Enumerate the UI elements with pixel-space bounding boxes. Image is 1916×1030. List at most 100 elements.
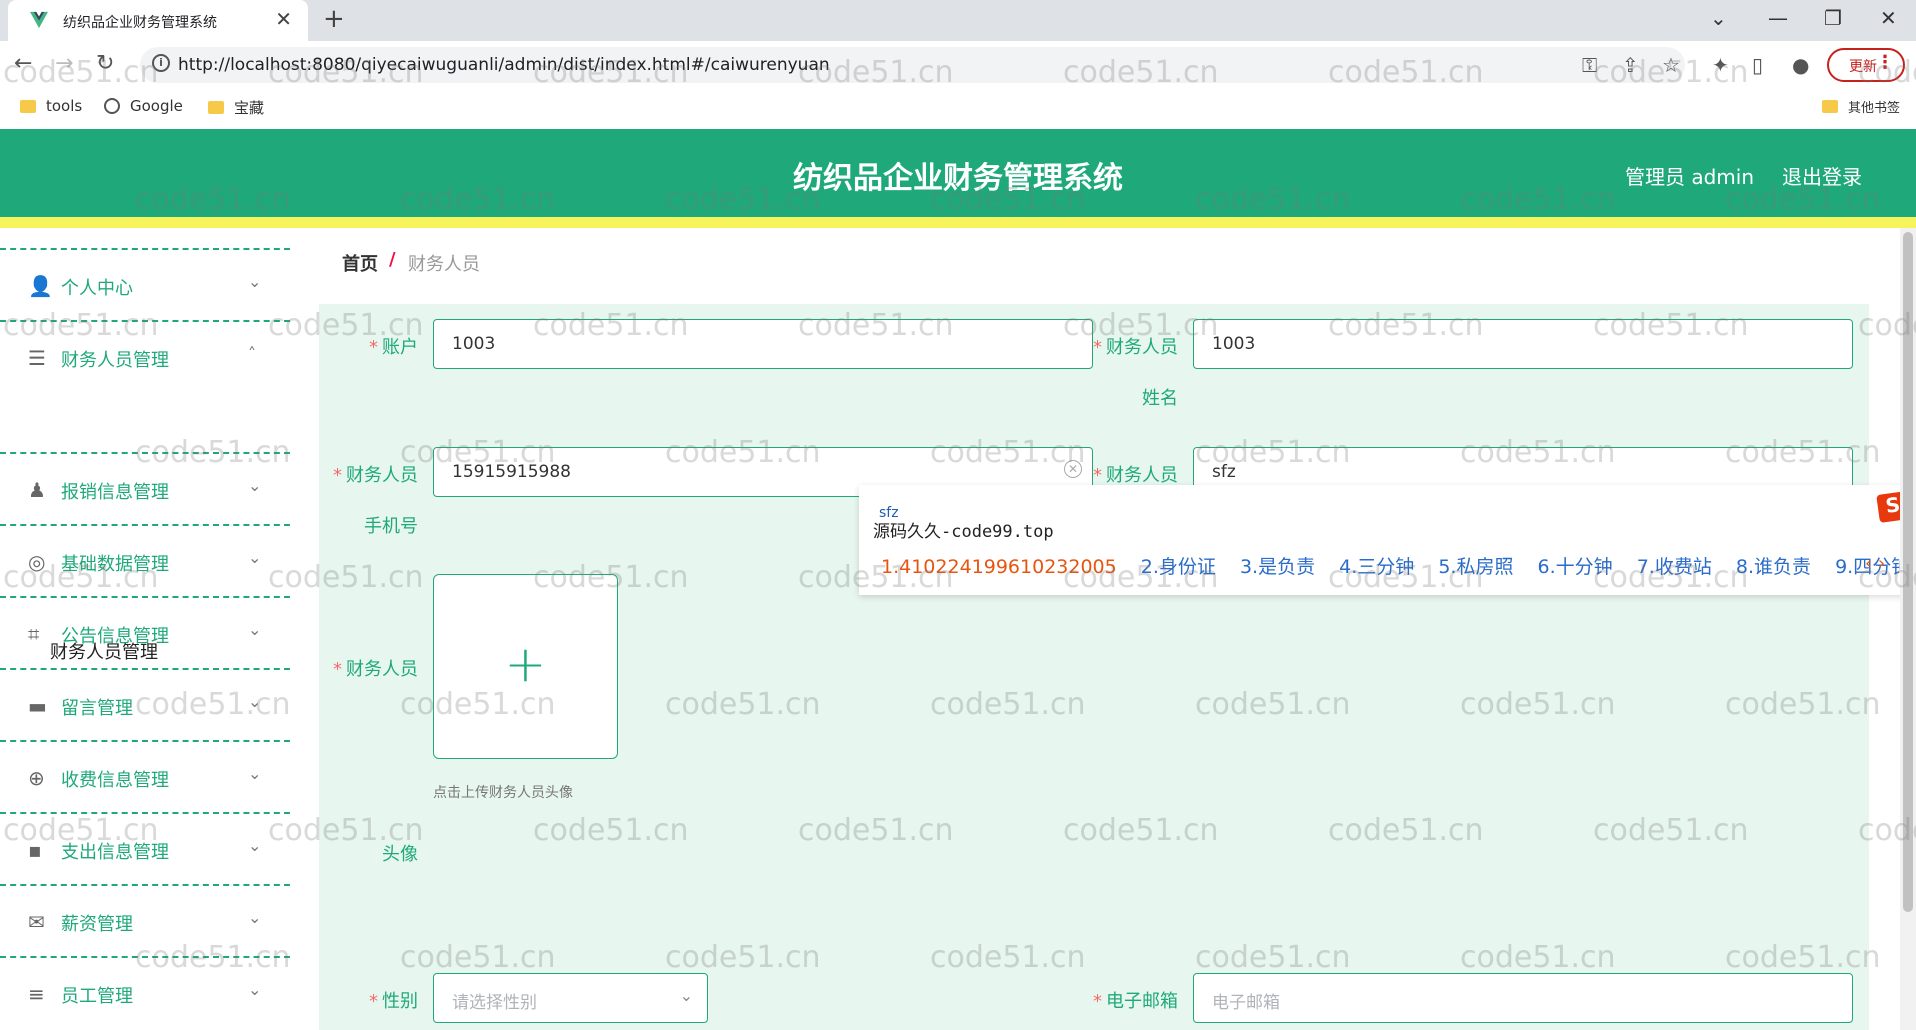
extensions-icon[interactable]: ✦	[1712, 53, 1729, 77]
sidebar-item-basic-data[interactable]: ◎ 基础数据管理 ⌄	[0, 524, 290, 596]
sidepanel-icon[interactable]: ▯	[1752, 53, 1763, 77]
chevron-up-icon: ˄	[248, 344, 256, 363]
gender-placeholder: 请选择性别	[452, 993, 537, 1013]
minimize-icon[interactable]: —	[1768, 6, 1788, 30]
sidebar-item-expenses[interactable]: ▪ 支出信息管理 ⌄	[0, 812, 290, 884]
app-header: 纺织品企业财务管理系统 管理员 admin 退出登录	[0, 129, 1916, 217]
scrollbar-thumb[interactable]	[1903, 232, 1913, 912]
bookmark-tools[interactable]: tools	[20, 97, 82, 115]
tab-search-icon[interactable]: ⌄	[1710, 6, 1727, 30]
gender-select[interactable]: 请选择性别 ⌄	[433, 973, 708, 1023]
chevron-down-icon: ⌄	[248, 836, 262, 855]
list-icon: ≡	[28, 982, 45, 1006]
star-icon[interactable]: ☆	[1662, 53, 1680, 77]
sliders-icon: ☰	[28, 346, 46, 370]
share-icon[interactable]: ⇪	[1622, 53, 1639, 77]
ime-candidates: 1.410224199610232005 2.身份证 3.是负责 4.三分钟 5…	[881, 552, 1916, 579]
gauge-icon: ◎	[28, 550, 46, 574]
sidebar-item-income[interactable]: ⊕ 收费信息管理 ⌄	[0, 740, 290, 812]
ime-pager[interactable]: ‹ ›	[1865, 553, 1885, 574]
chevron-down-icon: ⌄	[248, 692, 262, 711]
chevron-down-icon: ⌄	[248, 476, 262, 495]
name-input[interactable]: 1003	[1193, 319, 1853, 369]
ime-candidate[interactable]: 4.三分钟	[1339, 556, 1414, 578]
account-input[interactable]: 1003	[433, 319, 1093, 369]
gender-label: * 性别	[369, 991, 418, 1012]
tab-title: 纺织品企业财务管理系统	[63, 15, 217, 31]
ime-candidate[interactable]: 2.身份证	[1141, 556, 1216, 578]
folder-icon	[1822, 100, 1838, 113]
address-bar: ← → ↻ i http://localhost:8080/qiyecaiwug…	[0, 41, 1916, 89]
chevron-down-icon: ⌄	[248, 980, 262, 999]
browser-tabbar: 纺织品企业财务管理系统 ✕ + ⌄ — ❐ ✕	[0, 0, 1916, 41]
sidebar-item-personal[interactable]: 👤 个人中心 ⌄	[0, 248, 290, 320]
email-label: * 电子邮箱	[1093, 991, 1178, 1012]
update-label: 更新	[1849, 59, 1877, 75]
sidebar: 👤 个人中心 ⌄ ☰ 财务人员管理 ˄ 财务人员管理 ♟ 报销信息管理 ⌄ ◎ …	[0, 228, 290, 1030]
update-button[interactable]: 更新 ⋮	[1827, 48, 1905, 82]
avatar-upload[interactable]: +	[433, 574, 618, 759]
sidebar-item-reimbursement[interactable]: ♟ 报销信息管理 ⌄	[0, 452, 290, 524]
profile-icon[interactable]: ●	[1792, 53, 1809, 77]
close-tab-icon[interactable]: ✕	[275, 7, 292, 31]
chevron-down-icon: ⌄	[248, 620, 262, 639]
plus-icon: +	[504, 635, 547, 693]
chevron-down-icon: ⌄	[248, 764, 262, 783]
sidebar-item-finance-staff[interactable]: ☰ 财务人员管理 ˄	[0, 320, 290, 392]
window-close-icon[interactable]: ✕	[1880, 6, 1897, 30]
avatar-label: * 财务人员	[333, 659, 418, 680]
omnibox[interactable]: i http://localhost:8080/qiyecaiwuguanli/…	[140, 47, 1685, 83]
url-text[interactable]: http://localhost:8080/qiyecaiwuguanli/ad…	[178, 55, 830, 75]
phone-label: * 财务人员	[333, 465, 418, 486]
clear-input-icon[interactable]: ✕	[1064, 460, 1082, 478]
new-tab-icon[interactable]: +	[323, 4, 345, 34]
ime-ad-text: 源码久久-code99.top	[873, 522, 1054, 542]
chevron-down-icon: ⌄	[248, 272, 262, 291]
bookmarks-bar: tools Google 宝藏 其他书签	[0, 89, 1916, 129]
chevron-down-icon: ⌄	[248, 908, 262, 927]
email-input[interactable]: 电子邮箱	[1193, 973, 1853, 1023]
logout-link[interactable]: 退出登录	[1782, 161, 1862, 190]
account-label: * 账户	[369, 337, 418, 358]
name-label: * 财务人员	[1093, 337, 1178, 358]
ime-candidate-window: sfz 源码久久-code99.top S 1.4102241996102320…	[859, 485, 1916, 595]
ime-candidate[interactable]: 7.收费站	[1637, 556, 1712, 578]
avatar-label-line2: 头像	[382, 844, 418, 865]
compass-icon: ⊕	[28, 766, 45, 790]
forward-icon[interactable]: →	[55, 51, 73, 76]
bookmark-google[interactable]: Google	[104, 97, 183, 115]
sidebar-item-messages[interactable]: ▬ 留言管理 ⌄	[0, 668, 290, 740]
menu-dots-icon[interactable]: ⋮	[1876, 52, 1894, 73]
crop-icon: ⌗	[28, 622, 40, 646]
person-icon: 👤	[28, 274, 53, 298]
restore-icon[interactable]: ❐	[1824, 6, 1842, 30]
reload-icon[interactable]: ↻	[96, 51, 114, 76]
user-stamp-icon: ♟	[28, 478, 46, 502]
vue-logo-icon	[30, 11, 48, 29]
idcard-label: * 财务人员	[1093, 465, 1178, 486]
ime-candidate[interactable]: 1.410224199610232005	[881, 556, 1117, 578]
ime-candidate[interactable]: 8.谁负责	[1736, 556, 1811, 578]
chevron-down-icon: ⌄	[679, 986, 693, 1005]
breadcrumb-current: 财务人员	[408, 254, 480, 275]
back-icon[interactable]: ←	[14, 51, 32, 76]
ime-candidate[interactable]: 6.十分钟	[1538, 556, 1613, 578]
ime-candidate[interactable]: 5.私房照	[1438, 556, 1513, 578]
sidebar-item-announcements[interactable]: ⌗ 公告信息管理 ⌄	[0, 596, 290, 668]
sidebar-item-salary[interactable]: ✉ 薪资管理 ⌄	[0, 884, 290, 956]
bookmark-other[interactable]: 其他书签	[1822, 97, 1900, 116]
chevron-down-icon: ⌄	[248, 548, 262, 567]
phone-label-line2: 手机号	[364, 516, 418, 537]
mail-icon: ✉	[28, 910, 45, 934]
globe-icon	[104, 98, 120, 114]
breadcrumb: 首页 / 财务人员	[319, 228, 1869, 294]
ime-candidate[interactable]: 3.是负责	[1240, 556, 1315, 578]
site-info-icon[interactable]: i	[152, 54, 170, 72]
sidebar-item-employees[interactable]: ≡ 员工管理 ⌄	[0, 956, 290, 1028]
breadcrumb-home[interactable]: 首页	[342, 250, 378, 276]
breadcrumb-separator: /	[389, 249, 396, 270]
folder-icon	[208, 101, 224, 114]
key-icon[interactable]: ⚿	[1582, 53, 1597, 77]
browser-tab[interactable]: 纺织品企业财务管理系统 ✕	[8, 0, 308, 41]
bookmark-treasure[interactable]: 宝藏	[208, 97, 264, 118]
